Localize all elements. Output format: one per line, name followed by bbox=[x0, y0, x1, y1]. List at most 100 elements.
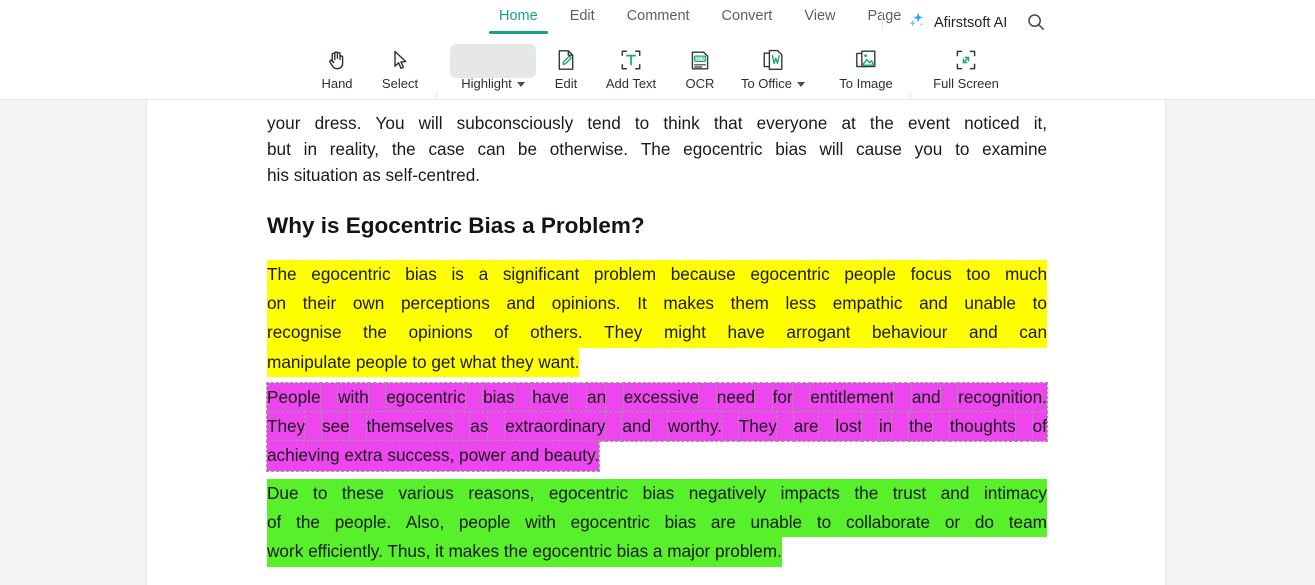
highlighted-text-run[interactable]: people. bbox=[334, 508, 392, 538]
highlighted-text-run[interactable]: achieving extra success, power and beaut… bbox=[265, 440, 601, 472]
afirstsoft-ai-button[interactable]: Afirstsoft AI bbox=[906, 10, 1007, 35]
highlighted-text-run[interactable]: work efficiently. Thus, it makes the ego… bbox=[267, 537, 782, 567]
highlighted-text-run[interactable]: people bbox=[458, 508, 511, 538]
highlighted-text-run[interactable]: problem bbox=[593, 260, 657, 290]
tab-edit[interactable]: Edit bbox=[554, 8, 611, 34]
highlighted-text-run[interactable]: to bbox=[1032, 289, 1047, 319]
highlighted-text-run[interactable]: excessive bbox=[622, 381, 701, 414]
highlighted-text-run[interactable]: less bbox=[785, 289, 817, 319]
highlighted-text-run[interactable]: egocentric bbox=[548, 479, 629, 509]
pdf-page[interactable]: your dress. You will subconsciously tend… bbox=[146, 100, 1166, 585]
highlighted-text-run[interactable]: others. bbox=[530, 318, 583, 348]
document-paragraph[interactable]: People with egocentric bias have an exce… bbox=[265, 381, 1048, 472]
tool-select-button[interactable]: Select bbox=[357, 43, 443, 99]
tab-convert[interactable]: Convert bbox=[706, 8, 789, 34]
highlighted-text-run[interactable]: have bbox=[727, 318, 765, 348]
highlighted-text-run[interactable]: behaviour bbox=[871, 318, 948, 348]
highlighted-text-run[interactable]: collaborate bbox=[845, 508, 931, 538]
highlighted-text-run[interactable]: trust bbox=[892, 479, 927, 509]
highlighted-text-run[interactable]: the bbox=[854, 479, 879, 509]
highlighted-text-run[interactable]: reasons, bbox=[468, 479, 535, 509]
highlighted-text-run[interactable]: the bbox=[908, 411, 935, 443]
highlighted-text-run[interactable]: with bbox=[525, 508, 556, 538]
highlighted-text-run[interactable]: lost bbox=[834, 411, 864, 443]
highlighted-text-run[interactable]: own bbox=[352, 289, 385, 319]
highlighted-text-run[interactable]: entitlement bbox=[809, 381, 896, 414]
highlighted-text-run[interactable]: is bbox=[451, 260, 464, 290]
highlighted-text-run[interactable]: They bbox=[265, 411, 307, 443]
highlighted-text-run[interactable]: of bbox=[267, 508, 282, 538]
highlighted-text-run[interactable]: negatively bbox=[688, 479, 767, 509]
highlighted-text-run[interactable]: need bbox=[715, 381, 757, 414]
highlighted-text-run[interactable]: these bbox=[341, 479, 384, 509]
highlighted-text-run[interactable]: as bbox=[469, 411, 490, 443]
highlighted-text-run[interactable]: are bbox=[710, 508, 736, 538]
highlighted-text-run[interactable]: are bbox=[792, 411, 820, 443]
highlighted-text-run[interactable]: significant bbox=[502, 260, 580, 290]
highlighted-text-run[interactable]: an bbox=[586, 381, 608, 414]
tab-home[interactable]: Home bbox=[483, 8, 554, 34]
highlighted-text-run[interactable]: egocentric bbox=[570, 508, 650, 538]
highlighted-text-run[interactable]: People bbox=[266, 381, 322, 414]
highlighted-text-run[interactable]: too bbox=[966, 260, 991, 290]
highlighted-text-run[interactable]: The bbox=[267, 260, 297, 290]
highlighted-text-run[interactable]: to bbox=[313, 479, 328, 509]
highlighted-text-run[interactable]: people bbox=[844, 260, 896, 290]
highlighted-text-run[interactable]: They bbox=[737, 411, 778, 443]
highlighted-text-run[interactable]: bias bbox=[642, 479, 675, 509]
highlighted-text-run[interactable]: extraordinary bbox=[504, 411, 607, 443]
highlighted-text-run[interactable]: the bbox=[296, 508, 320, 538]
highlighted-text-run[interactable]: their bbox=[302, 289, 337, 319]
highlighted-text-run[interactable]: arrogant bbox=[786, 318, 851, 348]
highlighted-text-run[interactable]: makes bbox=[663, 289, 715, 319]
highlighted-text-run[interactable]: egocentric bbox=[750, 260, 830, 290]
highlighted-text-run[interactable]: manipulate people to get what they want. bbox=[267, 347, 580, 377]
tool-to-office-button[interactable]: To Office bbox=[730, 43, 816, 99]
highlighted-text-run[interactable]: on bbox=[267, 289, 287, 319]
highlighted-text-run[interactable]: might bbox=[663, 318, 706, 348]
highlighted-text-run[interactable]: intimacy bbox=[983, 479, 1047, 509]
highlighted-text-run[interactable]: a bbox=[478, 260, 489, 290]
highlighted-text-run[interactable]: themselves bbox=[365, 411, 455, 443]
highlighted-text-run[interactable]: and bbox=[910, 381, 942, 414]
chevron-down-icon[interactable] bbox=[797, 81, 806, 87]
highlighted-text-run[interactable]: bias bbox=[405, 260, 437, 290]
highlighted-text-run[interactable]: or bbox=[944, 508, 961, 538]
highlighted-text-run[interactable]: much bbox=[1004, 260, 1048, 290]
tab-view[interactable]: View bbox=[788, 8, 851, 34]
highlighted-text-run[interactable]: It bbox=[637, 289, 647, 319]
highlighted-text-run[interactable]: impacts bbox=[780, 479, 840, 509]
highlighted-text-run[interactable]: Due bbox=[267, 479, 299, 509]
highlighted-text-run[interactable]: empathic bbox=[832, 289, 903, 319]
highlighted-text-run[interactable]: team bbox=[1008, 508, 1047, 538]
highlighted-text-run[interactable]: see bbox=[321, 411, 351, 443]
highlighted-text-run[interactable]: because bbox=[670, 260, 736, 290]
highlighted-text-run[interactable]: them bbox=[730, 289, 769, 319]
highlighted-text-run[interactable]: and bbox=[940, 479, 970, 509]
highlighted-text-run[interactable]: do bbox=[974, 508, 994, 538]
highlighted-text-run[interactable]: the bbox=[363, 318, 387, 348]
highlighted-text-run[interactable]: have bbox=[531, 381, 571, 414]
tab-comment[interactable]: Comment bbox=[611, 8, 706, 34]
highlighted-text-run[interactable]: opinions bbox=[408, 318, 473, 348]
highlighted-text-run[interactable]: various bbox=[398, 479, 454, 509]
highlighted-text-run[interactable]: and bbox=[919, 289, 948, 319]
highlighted-text-run[interactable]: egocentric bbox=[385, 381, 467, 414]
highlighted-text-run[interactable]: of bbox=[494, 318, 509, 348]
highlighted-text-run[interactable]: recognition. bbox=[957, 381, 1048, 414]
tool-full-screen-button[interactable]: Full Screen bbox=[923, 43, 1009, 99]
highlighted-text-run[interactable]: and bbox=[621, 411, 653, 443]
highlighted-text-run[interactable]: opinions. bbox=[551, 289, 621, 319]
highlighted-text-run[interactable]: of bbox=[1031, 411, 1048, 443]
highlighted-text-run[interactable]: bias bbox=[482, 381, 516, 414]
highlighted-text-run[interactable]: unable bbox=[750, 508, 803, 538]
highlighted-text-run[interactable]: with bbox=[337, 381, 370, 414]
highlighted-text-run[interactable]: and bbox=[506, 289, 536, 319]
highlighted-text-run[interactable]: for bbox=[771, 381, 794, 414]
highlighted-text-run[interactable]: recognise bbox=[267, 318, 342, 348]
highlighted-text-run[interactable]: unable bbox=[964, 289, 1016, 319]
tool-to-image-button[interactable]: To Image bbox=[823, 43, 909, 99]
highlighted-text-run[interactable]: to bbox=[816, 508, 832, 538]
highlighted-text-run[interactable]: focus bbox=[910, 260, 952, 290]
highlighted-text-run[interactable]: egocentric bbox=[311, 260, 391, 290]
